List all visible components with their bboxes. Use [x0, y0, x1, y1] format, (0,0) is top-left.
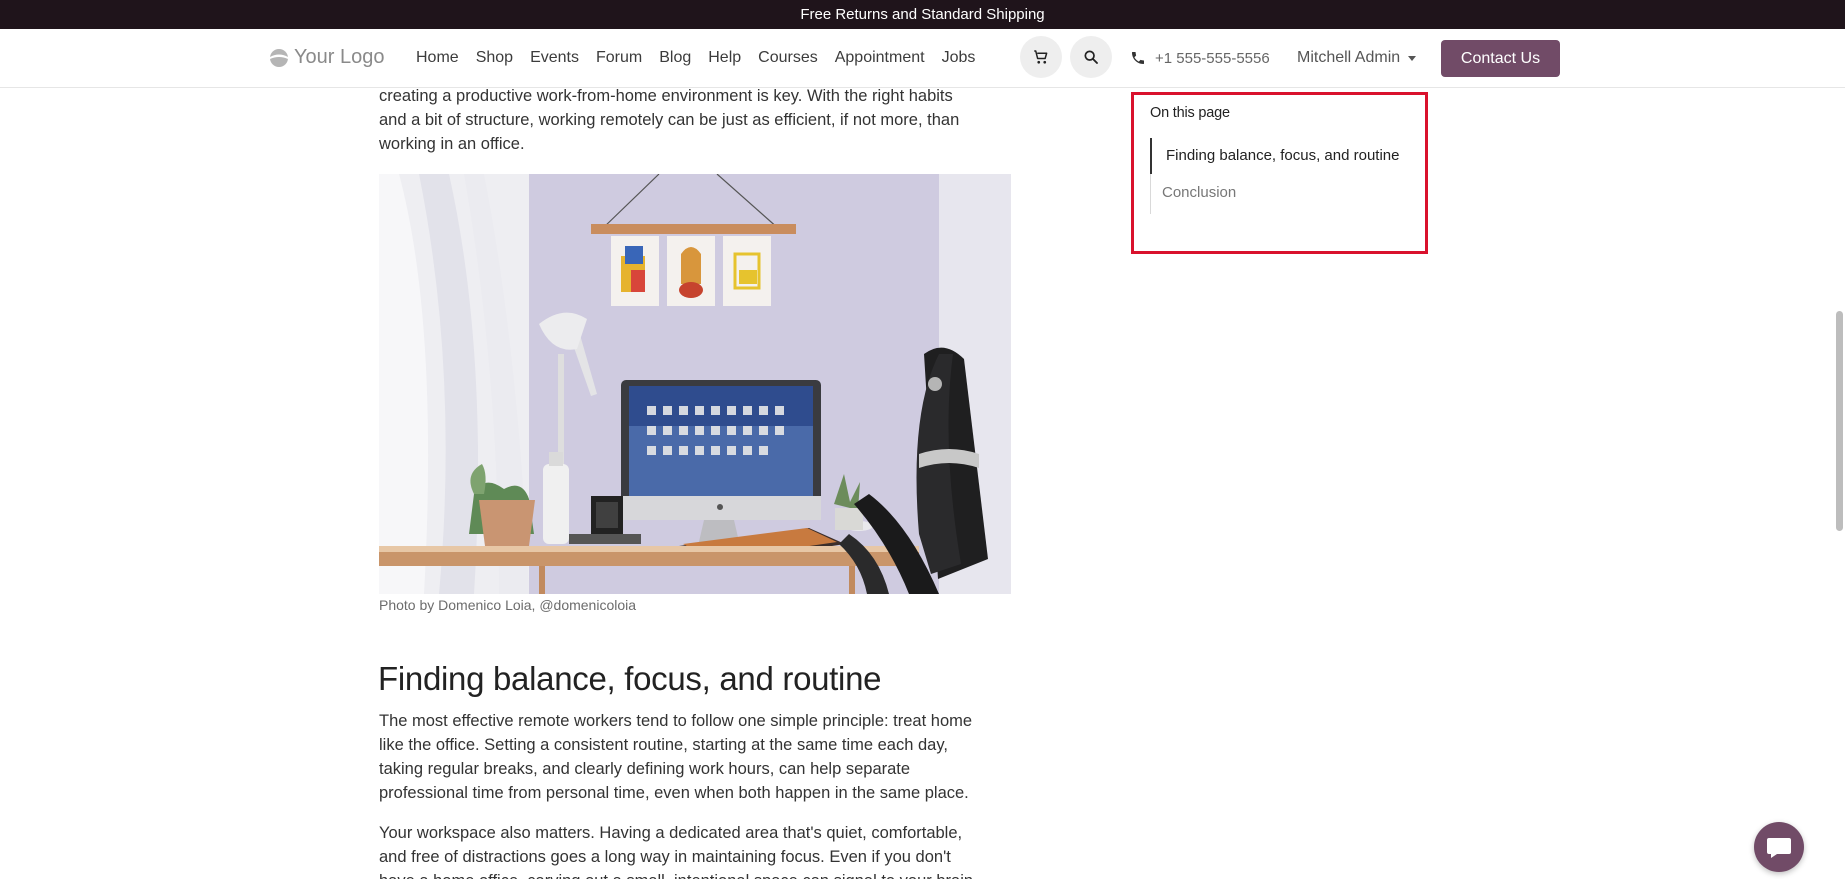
menu-item-appointment[interactable]: Appointment [835, 49, 925, 67]
user-name: Mitchell Admin [1297, 49, 1401, 66]
menu-item-forum[interactable]: Forum [596, 49, 642, 67]
menu-item-blog[interactable]: Blog [659, 49, 691, 67]
search-icon [1084, 50, 1098, 64]
chat-icon [1767, 838, 1791, 858]
page-scrollbar-thumb[interactable] [1836, 311, 1843, 531]
paragraph-line: and free of distractions goes a long way… [379, 848, 951, 866]
search-button[interactable] [1070, 36, 1112, 78]
photo-caption: Photo by Domenico Loia, @domenicoloia [379, 597, 637, 613]
toc-title: On this page [1150, 105, 1230, 121]
menu-item-courses[interactable]: Courses [758, 49, 818, 67]
intro-paragraph: creating a productive work-from-home env… [379, 84, 1011, 156]
paragraph-line: The most effective remote workers tend t… [379, 712, 973, 730]
desk-workspace-image [379, 174, 1011, 594]
table-of-contents: On this page Finding balance, focus, and… [1131, 92, 1428, 254]
phone-number: +1 555-555-5556 [1155, 49, 1270, 67]
contact-us-button[interactable]: Contact Us [1441, 40, 1560, 77]
article-photo [379, 174, 1011, 594]
paragraph-line: have a home office, carving out a small,… [379, 869, 1011, 879]
section-paragraph: Your workspace also matters. Having a de… [379, 821, 1011, 879]
main-navbar: Your Logo Home Shop Events Forum Blog He… [0, 29, 1845, 88]
menu-item-shop[interactable]: Shop [476, 49, 513, 67]
live-chat-button[interactable] [1754, 822, 1804, 872]
main-menu: Home Shop Events Forum Blog Help Courses… [416, 29, 992, 87]
toc-item-finding-balance[interactable]: Finding balance, focus, and routine [1166, 147, 1400, 164]
announcement-bar: Free Returns and Standard Shipping [0, 0, 1845, 29]
chevron-down-icon [1408, 55, 1417, 61]
logo-text: Your Logo [294, 46, 385, 68]
paragraph-line: like the office. Setting a consistent ro… [379, 736, 948, 754]
intro-line: working in an office. [379, 135, 525, 153]
paragraph-line: professional time from personal time, ev… [379, 784, 969, 802]
toc-active-indicator [1150, 138, 1152, 174]
paragraph-line: Your workspace also matters. Having a de… [379, 824, 963, 842]
site-logo[interactable]: Your Logo [268, 46, 384, 69]
menu-item-help[interactable]: Help [708, 49, 741, 67]
phone-link[interactable]: +1 555-555-5556 [1130, 29, 1270, 87]
cart-button[interactable] [1020, 36, 1062, 78]
phone-icon [1132, 52, 1144, 64]
paragraph-line: taking regular breaks, and clearly defin… [379, 760, 911, 778]
menu-item-jobs[interactable]: Jobs [942, 49, 976, 67]
announcement-text: Free Returns and Standard Shipping [800, 6, 1045, 23]
intro-line: creating a productive work-from-home env… [379, 87, 953, 105]
section-paragraph: The most effective remote workers tend t… [379, 709, 1011, 805]
user-menu[interactable]: Mitchell Admin [1297, 29, 1417, 87]
section-heading: Finding balance, focus, and routine [378, 660, 882, 697]
menu-item-events[interactable]: Events [530, 49, 579, 67]
logo-icon [270, 48, 288, 67]
toc-item-conclusion[interactable]: Conclusion [1162, 184, 1236, 201]
intro-line: and a bit of structure, working remotely… [379, 111, 960, 129]
menu-item-home[interactable]: Home [416, 49, 459, 67]
cart-icon [1034, 50, 1048, 64]
